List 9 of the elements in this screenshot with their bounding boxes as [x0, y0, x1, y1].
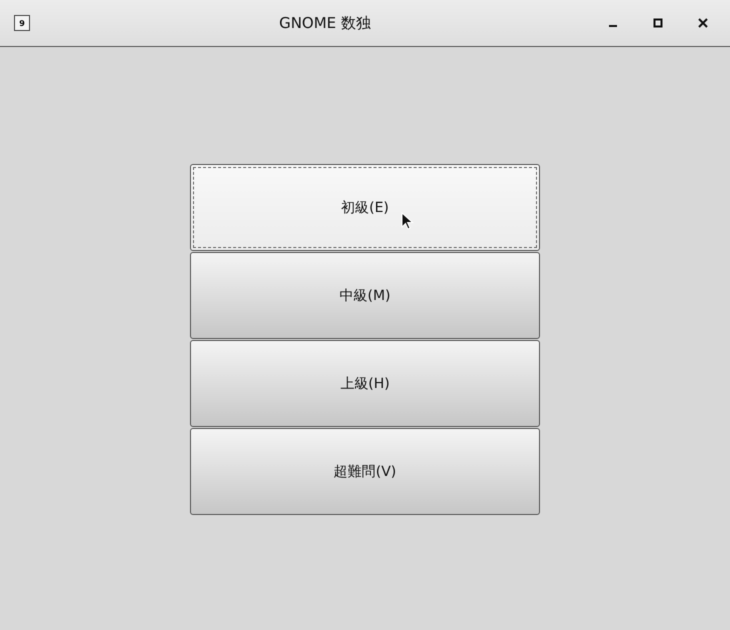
difficulty-button[interactable]: 超難問(V)	[190, 428, 540, 515]
difficulty-button[interactable]: 上級(H)	[190, 340, 540, 427]
close-icon[interactable]	[698, 18, 708, 28]
difficulty-button[interactable]: 中級(M)	[190, 252, 540, 339]
pointer-icon	[401, 212, 414, 231]
difficulty-button[interactable]: 初級(E)	[190, 164, 540, 251]
app-icon[interactable]: 9	[14, 15, 30, 31]
maximize-icon[interactable]	[652, 18, 663, 28]
window-title: GNOME 数独	[278, 14, 372, 32]
